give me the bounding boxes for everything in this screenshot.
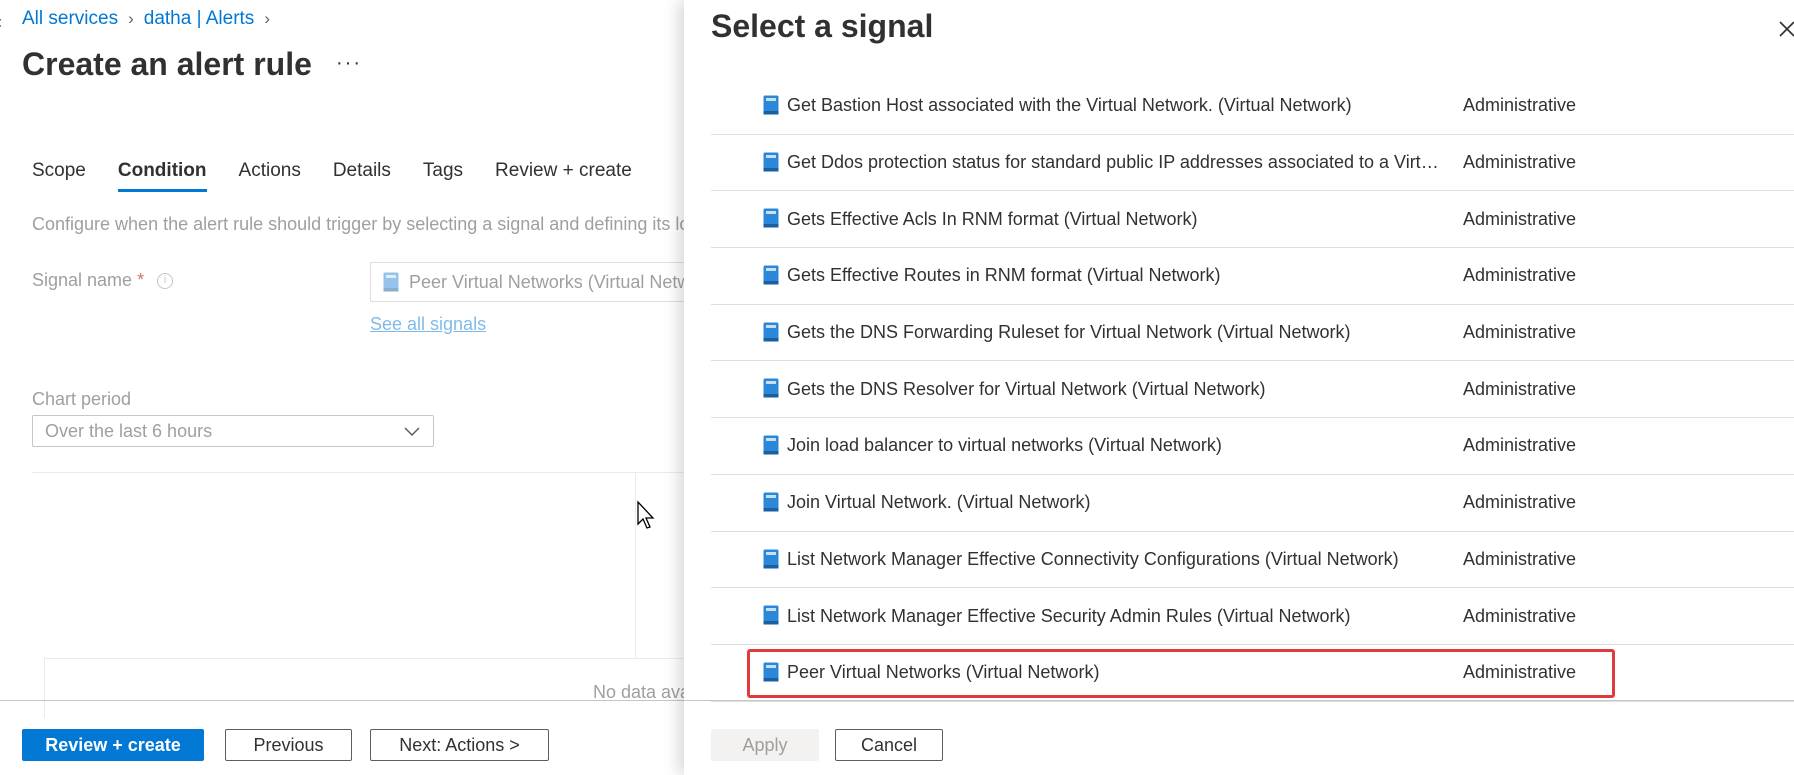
activity-log-icon xyxy=(763,265,779,285)
previous-button[interactable]: Previous xyxy=(225,729,352,761)
signal-type: Administrative xyxy=(1463,95,1577,116)
signal-row[interactable]: Peer Virtual Networks (Virtual Network) A… xyxy=(711,645,1794,702)
activity-log-icon xyxy=(763,152,779,172)
signal-name: List Network Manager Effective Connectiv… xyxy=(787,548,1399,569)
signal-type: Administrative xyxy=(1463,378,1577,399)
signal-row[interactable]: Join Virtual Network. (Virtual Network) A… xyxy=(711,475,1794,532)
signal-list: Get Bastion Host associated with the Vir… xyxy=(711,78,1794,702)
signal-type: Administrative xyxy=(1463,605,1577,626)
signal-name-label: Signal name * i xyxy=(32,270,174,291)
info-icon[interactable]: i xyxy=(157,273,174,290)
signal-type: Administrative xyxy=(1463,265,1577,286)
breadcrumb-all-services[interactable]: All services xyxy=(22,8,118,30)
activity-log-icon xyxy=(763,95,779,115)
signal-row[interactable]: Get Ddos protection status for standard … xyxy=(711,135,1794,192)
signal-name: Join load balancer to virtual networks (… xyxy=(787,435,1222,456)
signal-type: Administrative xyxy=(1463,662,1577,683)
chart-period-dropdown[interactable]: Over the last 6 hours xyxy=(32,415,434,447)
review-create-button[interactable]: Review + create xyxy=(22,729,204,761)
signal-name: Peer Virtual Networks (Virtual Network) xyxy=(787,662,1100,683)
chart-period-label: Chart period xyxy=(32,389,132,409)
apply-button[interactable]: Apply xyxy=(711,729,819,761)
activity-log-icon xyxy=(763,435,779,455)
signal-type: Administrative xyxy=(1463,492,1577,513)
signal-name: Gets the DNS Resolver for Virtual Networ… xyxy=(787,378,1266,399)
tab-review-create[interactable]: Review + create xyxy=(495,160,632,192)
activity-log-icon xyxy=(383,272,399,292)
signal-type: Administrative xyxy=(1463,322,1577,343)
required-marker: * xyxy=(137,270,145,290)
tab-condition[interactable]: Condition xyxy=(117,160,207,192)
activity-log-icon xyxy=(763,662,779,682)
next-actions-button[interactable]: Next: Actions > xyxy=(370,729,549,761)
more-options-icon[interactable]: ··· xyxy=(336,52,362,75)
signal-row[interactable]: List Network Manager Effective Security … xyxy=(711,588,1794,645)
signal-row[interactable]: Gets Effective Routes in RNM format (Vir… xyxy=(711,248,1794,305)
tab-details[interactable]: Details xyxy=(333,160,391,192)
breadcrumb-datha-alerts[interactable]: datha | Alerts xyxy=(144,8,255,30)
tab-bar: Scope Condition Actions Details Tags Rev… xyxy=(32,160,632,192)
chevron-right-icon: › xyxy=(264,9,270,28)
activity-log-icon xyxy=(763,492,779,512)
activity-log-icon xyxy=(763,208,779,228)
signal-name: Get Bastion Host associated with the Vir… xyxy=(787,95,1352,116)
signal-row[interactable]: Gets the DNS Resolver for Virtual Networ… xyxy=(711,361,1794,419)
signal-row[interactable]: Gets the DNS Forwarding Ruleset for Virt… xyxy=(711,305,1794,362)
chart-period-value: Over the last 6 hours xyxy=(45,420,213,441)
signal-name: Gets the DNS Forwarding Ruleset for Virt… xyxy=(787,322,1351,343)
breadcrumb: All services › datha | Alerts › xyxy=(22,8,270,30)
mouse-cursor-icon xyxy=(637,500,655,529)
signal-type: Administrative xyxy=(1463,548,1577,569)
alert-rule-page: ‹ All services › datha | Alerts › Create… xyxy=(0,0,690,775)
panel-title: Select a signal xyxy=(711,8,934,44)
tab-scope[interactable]: Scope xyxy=(32,160,86,192)
activity-log-icon xyxy=(763,605,779,625)
signal-name: Join Virtual Network. (Virtual Network) xyxy=(787,492,1091,513)
cancel-button[interactable]: Cancel xyxy=(835,729,943,761)
tab-actions[interactable]: Actions xyxy=(239,160,301,192)
see-all-signals-link[interactable]: See all signals xyxy=(370,314,486,335)
panel-footer-divider xyxy=(684,700,1794,701)
signal-row[interactable]: Gets Effective Acls In RNM format (Virtu… xyxy=(711,191,1794,249)
select-signal-panel: Select a signal Get Bastion Host associa… xyxy=(684,0,1794,775)
signal-name: List Network Manager Effective Security … xyxy=(787,605,1351,626)
condition-description: Configure when the alert rule should tri… xyxy=(32,214,690,234)
signal-name: Get Ddos protection status for standard … xyxy=(787,152,1443,173)
chart-divider xyxy=(32,472,690,473)
signal-name: Gets Effective Acls In RNM format (Virtu… xyxy=(787,208,1198,229)
signal-type: Administrative xyxy=(1463,435,1577,456)
signal-type: Administrative xyxy=(1463,152,1577,173)
signal-name: Gets Effective Routes in RNM format (Vir… xyxy=(787,265,1221,286)
signal-row[interactable]: Get Bastion Host associated with the Vir… xyxy=(711,78,1794,135)
activity-log-icon xyxy=(763,322,779,342)
signal-name-field[interactable]: Peer Virtual Networks (Virtual Network) xyxy=(370,262,690,302)
collapse-chevron-icon[interactable]: ‹ xyxy=(0,12,2,33)
close-icon[interactable] xyxy=(1772,14,1794,44)
signal-row[interactable]: List Network Manager Effective Connectiv… xyxy=(711,532,1794,589)
chevron-down-icon xyxy=(404,427,420,437)
page-title: Create an alert rule xyxy=(22,46,312,82)
signal-name-value: Peer Virtual Networks (Virtual Network) xyxy=(409,271,690,292)
chevron-right-icon: › xyxy=(128,9,134,28)
signal-type: Administrative xyxy=(1463,208,1577,229)
signal-row[interactable]: Join load balancer to virtual networks (… xyxy=(711,418,1794,475)
activity-log-icon xyxy=(763,549,779,569)
activity-log-icon xyxy=(763,378,779,398)
signal-name-label-text: Signal name xyxy=(32,270,133,290)
tab-tags[interactable]: Tags xyxy=(423,160,463,192)
